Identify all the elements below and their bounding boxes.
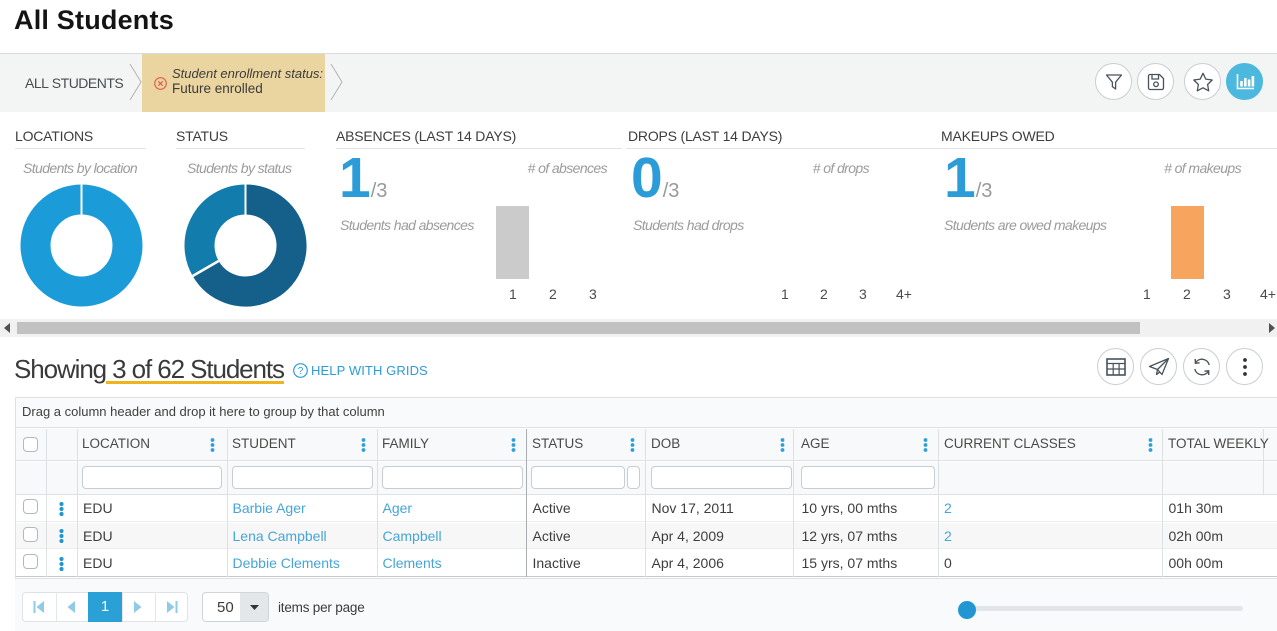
svg-text:?: ? [298, 366, 304, 377]
